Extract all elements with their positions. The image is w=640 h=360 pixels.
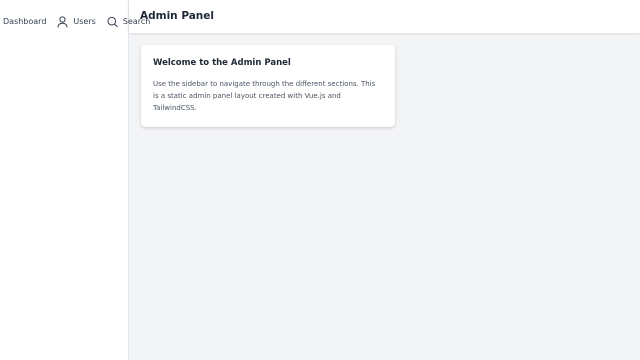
- header: Admin Panel: [129, 0, 640, 33]
- welcome-card: Welcome to the Admin Panel Use the sideb…: [141, 45, 395, 127]
- page-title: Admin Panel: [140, 10, 215, 22]
- card-body-text: Use the sidebar to navigate through the …: [153, 80, 376, 112]
- sidebar: [0, 0, 129, 360]
- sidebar-nav: Dashboard Users Search: [3, 13, 150, 31]
- sidebar-item-search[interactable]: Search: [107, 13, 150, 31]
- search-icon: [107, 16, 118, 28]
- sidebar-item-users[interactable]: Users: [57, 13, 96, 31]
- sidebar-item-label: Search: [122, 17, 151, 26]
- sidebar-item-dashboard[interactable]: Dashboard: [3, 13, 46, 31]
- main-content: Welcome to the Admin Panel Use the sideb…: [129, 33, 640, 360]
- card-title: Welcome to the Admin Panel: [153, 58, 291, 68]
- sidebar-item-label: Users: [73, 17, 96, 26]
- sidebar-item-label: Dashboard: [3, 17, 47, 26]
- user-icon: [57, 16, 68, 28]
